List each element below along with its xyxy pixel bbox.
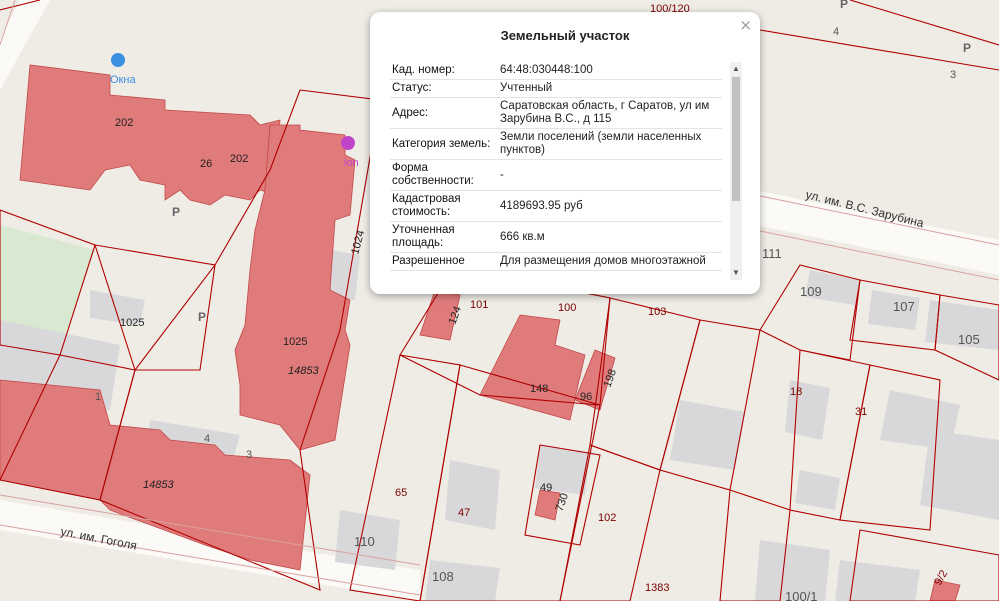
svg-text:18: 18: [790, 386, 802, 398]
svg-text:4: 4: [833, 26, 839, 38]
info-value: 666 кв.м: [498, 221, 722, 253]
info-key: Кадастровая стоимость:: [390, 190, 498, 222]
info-row: Форма собственности: -: [390, 159, 722, 191]
info-key: Адрес:: [390, 97, 498, 129]
popup-title: Земельный участок: [500, 28, 630, 43]
svg-text:109: 109: [800, 284, 822, 299]
info-row: Категория земель: Земли поселений (земли …: [390, 128, 722, 160]
info-value: Для размещения домов многоэтажной: [498, 252, 722, 271]
info-row: Разрешенное Для размещения домов многоэта…: [390, 252, 722, 271]
svg-text:202: 202: [115, 117, 133, 129]
info-value: Земли поселений (земли населенных пункто…: [498, 128, 722, 160]
info-key: Кад. номер:: [390, 62, 498, 80]
svg-text:108: 108: [432, 569, 454, 584]
svg-text:P: P: [963, 41, 971, 55]
info-row: Уточненная площадь: 666 кв.м: [390, 221, 722, 253]
svg-text:1025: 1025: [283, 336, 307, 348]
svg-text:47: 47: [458, 507, 470, 519]
svg-text:110: 110: [354, 534, 375, 549]
info-row: Кадастровая стоимость: 4189693.95 руб: [390, 190, 722, 222]
svg-text:202: 202: [230, 153, 248, 165]
svg-text:3: 3: [246, 449, 252, 461]
svg-text:14853: 14853: [143, 479, 174, 491]
info-value: -: [498, 159, 722, 191]
info-value: 64:48:030448:100: [498, 62, 722, 80]
svg-text:ion: ion: [344, 157, 359, 169]
svg-text:107: 107: [893, 299, 915, 314]
scroll-down-icon[interactable]: ▼: [730, 266, 742, 280]
popup-scrollbar[interactable]: ▲ ▼: [730, 62, 742, 280]
info-value: Саратовская область, г Саратов, ул им За…: [498, 97, 722, 129]
svg-text:101: 101: [470, 299, 488, 311]
svg-text:26: 26: [200, 158, 212, 170]
info-key: Статус:: [390, 79, 498, 98]
svg-text:Окна: Окна: [110, 74, 136, 86]
svg-text:1383: 1383: [645, 582, 669, 594]
info-row: Адрес: Саратовская область, г Саратов, ул…: [390, 97, 722, 129]
svg-text:31: 31: [855, 406, 867, 418]
svg-text:111: 111: [762, 246, 782, 261]
svg-text:65: 65: [395, 487, 407, 499]
svg-text:105: 105: [958, 332, 980, 347]
svg-text:1: 1: [95, 391, 101, 403]
svg-text:P: P: [840, 0, 848, 11]
svg-text:4: 4: [204, 433, 210, 445]
popup-body[interactable]: Кад. номер: 64:48:030448:100 Статус: Учтенн…: [390, 62, 742, 280]
info-value: 4189693.95 руб: [498, 190, 722, 222]
parcel-info-popup: Земельный участок × Кад. номер: 64:48:030…: [370, 12, 760, 294]
svg-text:102: 102: [598, 512, 616, 524]
svg-text:49: 49: [540, 482, 552, 494]
svg-text:148: 148: [530, 383, 548, 395]
svg-text:100: 100: [558, 302, 576, 314]
svg-text:103: 103: [648, 306, 666, 318]
scroll-up-icon[interactable]: ▲: [730, 62, 742, 76]
scroll-thumb[interactable]: [732, 77, 740, 201]
svg-text:14853: 14853: [288, 365, 319, 377]
close-icon[interactable]: ×: [739, 16, 752, 34]
svg-text:96: 96: [580, 391, 592, 403]
info-key: Категория земель:: [390, 128, 498, 160]
svg-text:100/1: 100/1: [785, 589, 818, 601]
svg-text:P: P: [172, 205, 180, 219]
info-key: Уточненная площадь:: [390, 221, 498, 253]
info-row: Статус: Учтенный: [390, 79, 722, 98]
svg-text:1025: 1025: [120, 317, 144, 329]
info-key: Разрешенное: [390, 252, 498, 271]
parcel-info-table: Кад. номер: 64:48:030448:100 Статус: Учтенн…: [390, 62, 722, 271]
svg-text:P: P: [198, 310, 206, 324]
info-row: Кад. номер: 64:48:030448:100: [390, 62, 722, 80]
info-key: Форма собственности:: [390, 159, 498, 191]
svg-text:3: 3: [950, 69, 956, 81]
info-value: Учтенный: [498, 79, 722, 98]
